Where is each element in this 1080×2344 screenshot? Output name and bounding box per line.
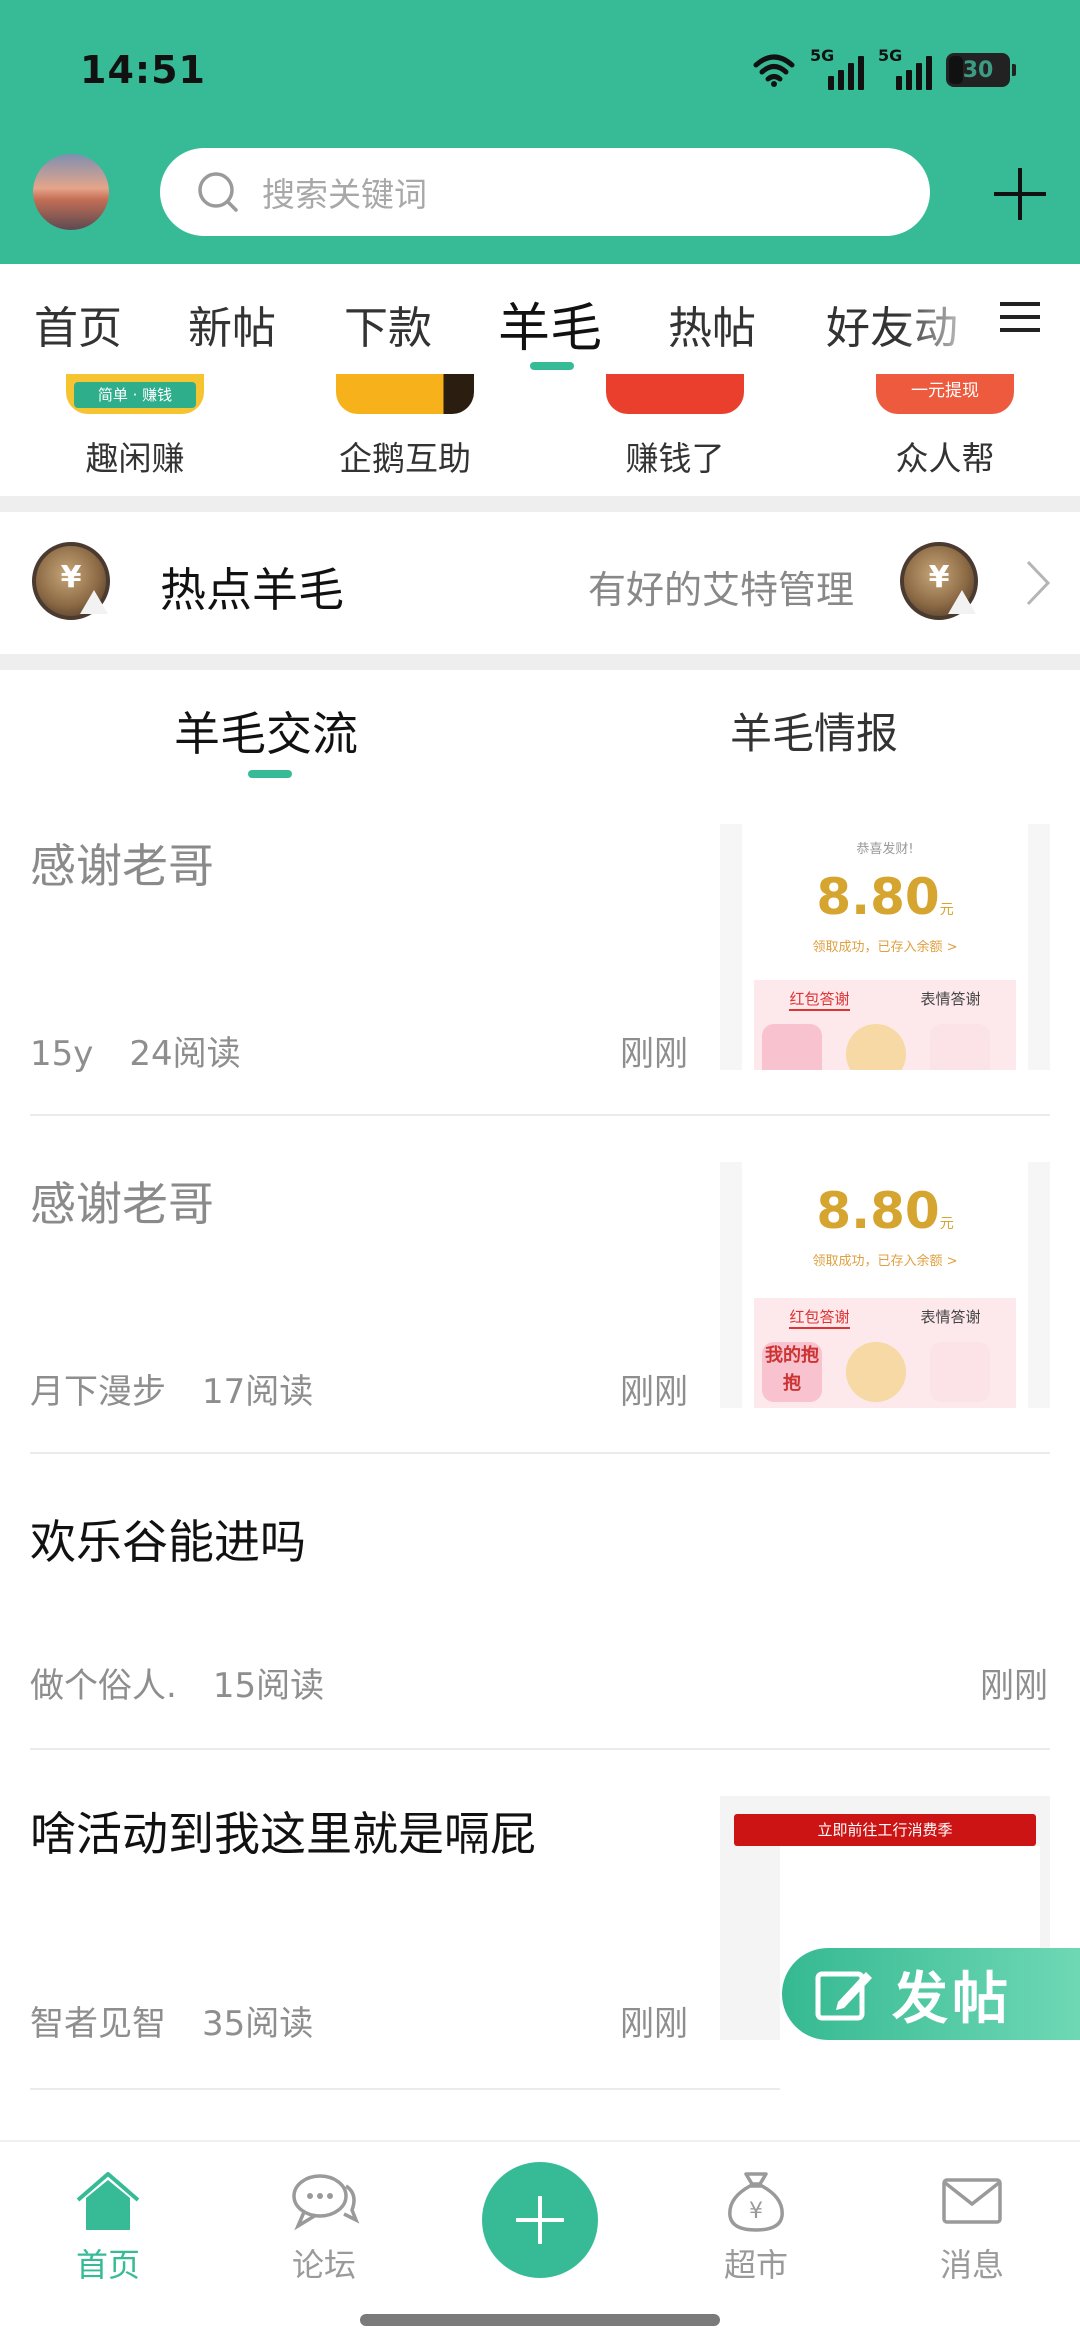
search-icon — [198, 172, 238, 212]
hot-subtitle: 有好的艾特管理 — [588, 568, 855, 612]
tab-fade — [900, 274, 990, 364]
post-time: 刚刚 — [620, 1034, 688, 1074]
nav-messages[interactable]: 消息 — [902, 2168, 1042, 2286]
app-qu-xian-zhuan[interactable]: 简单 · 赚钱 趣闲赚 — [45, 374, 225, 480]
tab-wool-intel[interactable]: 羊毛情报 — [730, 700, 898, 761]
tab-loan[interactable]: 下款 — [344, 292, 432, 356]
tab-new[interactable]: 新帖 — [188, 292, 276, 356]
search-input[interactable]: 搜索关键词 — [160, 148, 930, 236]
post-title: 欢乐谷能进吗 — [30, 1515, 306, 1569]
post-meta: 做个俗人. 15阅读 — [30, 1666, 325, 1706]
post-title: 感谢老哥 — [30, 1177, 214, 1231]
status-time: 14:51 — [80, 48, 206, 92]
create-button[interactable] — [482, 2162, 598, 2278]
admin-coin-icon: ¥ — [900, 542, 978, 620]
chat-bubble-icon — [292, 2174, 360, 2231]
app-zhong-ren-bang[interactable]: 一元提现 众人帮 — [855, 374, 1035, 480]
tab-hot[interactable]: 热帖 — [668, 292, 756, 356]
subtab-active-indicator — [248, 770, 292, 778]
post-time: 刚刚 — [980, 1666, 1048, 1706]
category-tabs: 首页 新帖 下款 羊毛 热帖 好友动 — [0, 264, 1080, 374]
mail-icon — [942, 2178, 1002, 2224]
nav-forum[interactable]: 论坛 — [254, 2168, 394, 2286]
nav-market[interactable]: ¥ 超市 — [686, 2168, 826, 2286]
bottom-nav: 首页 论坛 ¥ 超市 消息 — [0, 2140, 1080, 2344]
post-time: 刚刚 — [620, 2004, 688, 2044]
menu-icon[interactable] — [1000, 300, 1040, 334]
svg-text:¥: ¥ — [749, 2199, 763, 2224]
home-icon — [76, 2172, 140, 2230]
post-time: 刚刚 — [620, 1372, 688, 1412]
section-divider — [0, 654, 1080, 670]
chevron-right-icon — [1026, 560, 1051, 606]
list-item[interactable]: 感谢老哥 月下漫步 17阅读 刚刚 8.80元 领取成功，已存入余额 > 红包答谢… — [0, 1158, 1080, 1454]
search-placeholder: 搜索关键词 — [262, 175, 427, 214]
app-zhuan-qian-le[interactable]: 赚钱了 — [585, 374, 765, 480]
signal-icon: 5G — [810, 46, 864, 90]
list-item[interactable]: 感谢老哥 15y 24阅读 刚刚 恭喜发财! 8.80元 领取成功，已存入余额 >… — [0, 820, 1080, 1116]
app-thumb — [606, 374, 744, 414]
post-thumbnail[interactable]: 恭喜发财! 8.80元 领取成功，已存入余额 > 红包答谢 表情答谢 — [720, 824, 1050, 1070]
post-title: 感谢老哥 — [30, 839, 214, 893]
coin-icon: ¥ — [32, 542, 110, 620]
tab-wool[interactable]: 羊毛 — [498, 286, 602, 361]
post-meta: 15y 24阅读 — [30, 1034, 241, 1074]
sub-tabs: 羊毛交流 羊毛情报 — [0, 670, 1080, 800]
app-header: 14:51 5G 5G 30 搜索关键词 — [0, 0, 1080, 264]
nav-home[interactable]: 首页 — [38, 2168, 178, 2286]
post-meta: 智者见智 35阅读 — [30, 2004, 314, 2044]
tab-wool-exchange[interactable]: 羊毛交流 — [174, 698, 358, 764]
tab-home[interactable]: 首页 — [34, 292, 122, 356]
hot-wool-row[interactable]: ¥ 热点羊毛 有好的艾特管理 ¥ — [0, 512, 1080, 654]
edit-icon — [815, 1971, 872, 2021]
app-penguin-help[interactable]: 企鹅互助 — [315, 374, 495, 480]
home-indicator — [360, 2314, 720, 2326]
new-post-button[interactable]: 发帖 — [782, 1948, 1080, 2040]
post-meta: 月下漫步 17阅读 — [30, 1372, 314, 1412]
user-avatar[interactable] — [33, 154, 109, 230]
money-bag-icon: ¥ — [728, 2172, 784, 2232]
status-icons: 5G 5G 30 — [752, 46, 1016, 90]
add-icon[interactable] — [990, 164, 1050, 224]
signal-icon-2: 5G — [878, 46, 932, 90]
section-divider — [0, 496, 1080, 512]
plus-icon — [516, 2196, 564, 2244]
post-thumbnail[interactable]: 8.80元 领取成功，已存入余额 > 红包答谢 表情答谢 我的抱抱 — [720, 1162, 1050, 1408]
app-thumb: 一元提现 — [876, 374, 1014, 414]
hot-title: 热点羊毛 — [160, 563, 344, 617]
list-item[interactable]: 欢乐谷能进吗 做个俗人. 15阅读 刚刚 — [0, 1496, 1080, 1750]
tab-active-indicator — [530, 362, 574, 370]
post-title: 啥活动到我这里就是嗝屁 — [30, 1807, 536, 1861]
wifi-icon — [753, 54, 795, 87]
battery-icon: 30 — [946, 53, 1016, 87]
app-shortcuts: 简单 · 赚钱 趣闲赚 企鹅互助 赚钱了 一元提现 众人帮 — [0, 374, 1080, 496]
app-thumb: 简单 · 赚钱 — [66, 374, 204, 414]
app-thumb — [336, 374, 474, 414]
